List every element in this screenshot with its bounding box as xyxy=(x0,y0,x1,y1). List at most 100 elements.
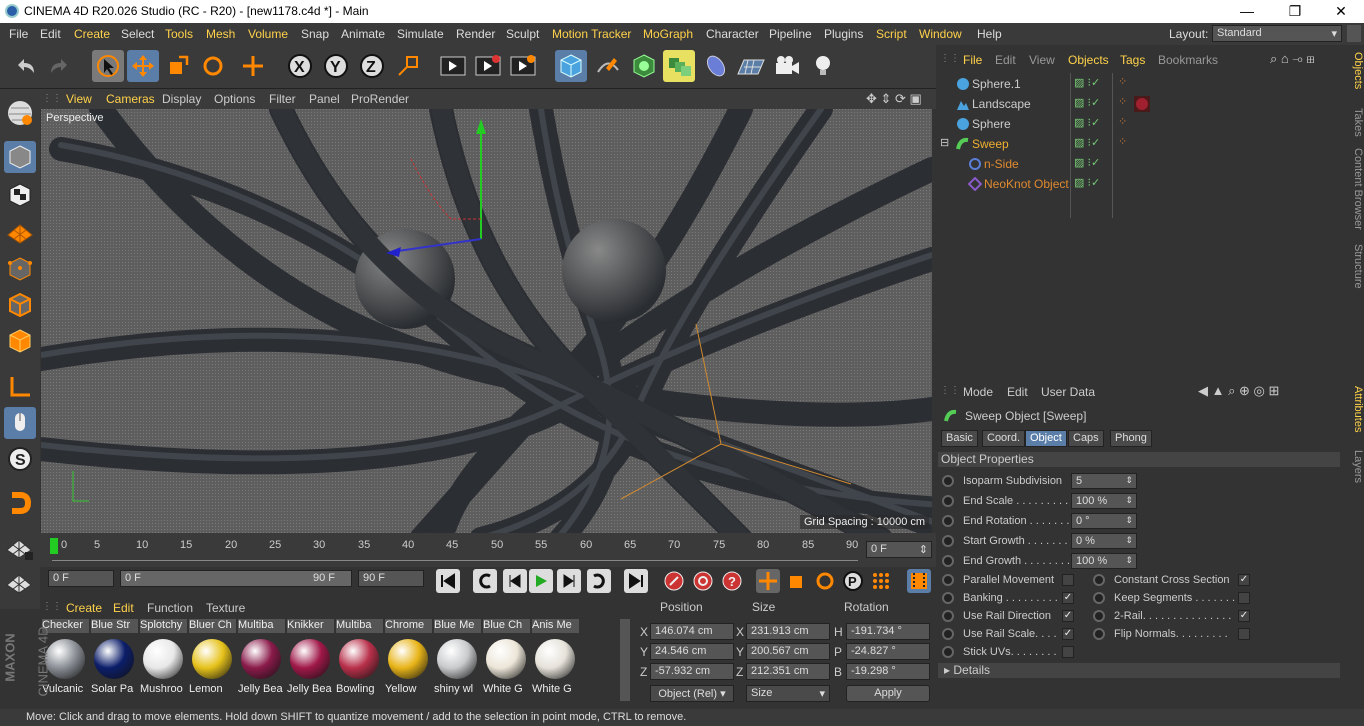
material-tag-icon[interactable] xyxy=(1134,96,1150,112)
autokeying-icon[interactable] xyxy=(691,569,715,593)
end-frame-field[interactable]: 90 F xyxy=(358,570,424,587)
keyframe-toggle[interactable] xyxy=(942,555,954,567)
render-picture-viewer-icon[interactable] xyxy=(472,50,504,82)
attr-nav-icons[interactable]: ◀ ▲ ⌕ ⊕ ◎ ⊞ xyxy=(1198,383,1279,399)
rot-p-field[interactable]: -24.827 ° xyxy=(846,643,930,660)
side-tab-content-browser[interactable]: Content Browser xyxy=(1344,148,1364,238)
parallel-movement-checkbox[interactable] xyxy=(1062,574,1074,586)
axis-mode-icon[interactable] xyxy=(4,371,36,403)
menu-sculpt[interactable]: Sculpt xyxy=(506,27,539,41)
keyframe-toggle[interactable] xyxy=(1093,610,1105,622)
model-mode-icon[interactable] xyxy=(4,141,36,173)
mat-menu-texture[interactable]: Texture xyxy=(206,601,245,615)
stick-uvs-checkbox[interactable] xyxy=(1062,646,1074,658)
tab-phong[interactable]: Phong xyxy=(1110,430,1152,447)
viewport-menu-panel[interactable]: Panel xyxy=(309,92,340,106)
tag-icon[interactable]: ⁘ xyxy=(1118,135,1127,148)
side-tab-takes[interactable]: Takes xyxy=(1344,108,1364,144)
polygons-mode-icon[interactable] xyxy=(4,325,36,357)
playhead[interactable] xyxy=(50,538,58,554)
edges-mode-icon[interactable] xyxy=(4,289,36,321)
mat-menu-function[interactable]: Function xyxy=(147,601,193,615)
play-icon[interactable] xyxy=(529,569,553,593)
attr-menu-edit[interactable]: Edit xyxy=(1007,385,1028,399)
deformer-icon[interactable] xyxy=(700,50,732,82)
material-swatch[interactable]: Chrome Yellow xyxy=(385,617,432,699)
viewport-menu-filter[interactable]: Filter xyxy=(269,92,296,106)
make-editable-icon[interactable] xyxy=(4,97,36,129)
end-growth-field[interactable]: 100 % ⇕ xyxy=(1071,553,1137,569)
visibility-controls[interactable]: ▨ ⁝✓ xyxy=(1074,136,1100,149)
size-z-field[interactable]: 212.351 cm xyxy=(746,663,830,680)
end-rotation-field[interactable]: 0 ° ⇕ xyxy=(1071,513,1137,529)
end-scale-field[interactable]: 100 % ⇕ xyxy=(1071,493,1137,509)
key-position-icon[interactable] xyxy=(756,569,780,593)
menu-create[interactable]: Create xyxy=(74,27,110,41)
keyframe-toggle[interactable] xyxy=(942,515,954,527)
tab-coord[interactable]: Coord. xyxy=(982,430,1026,447)
viewport-3d[interactable] xyxy=(41,109,932,533)
material-swatch[interactable]: Blue Ch White G xyxy=(483,617,530,699)
obj-menu-edit[interactable]: Edit xyxy=(995,53,1016,67)
two-rail-checkbox[interactable]: ✓ xyxy=(1238,610,1250,622)
keep-segments-checkbox[interactable] xyxy=(1238,592,1250,604)
solo-mode-icon[interactable]: S xyxy=(4,443,36,475)
timeline[interactable]: 0 5 10 15 20 25 30 35 40 45 50 55 60 65 … xyxy=(40,533,936,567)
menu-tools[interactable]: Tools xyxy=(165,27,193,41)
menu-render[interactable]: Render xyxy=(456,27,495,41)
banking-checkbox[interactable]: ✓ xyxy=(1062,592,1074,604)
pos-y-field[interactable]: 24.546 cm xyxy=(650,643,734,660)
keyframe-toggle[interactable] xyxy=(942,535,954,547)
menu-select[interactable]: Select xyxy=(121,27,154,41)
key-scale-icon[interactable] xyxy=(785,569,809,593)
floor-icon[interactable] xyxy=(735,50,767,82)
viewport-menu-prorender[interactable]: ProRender xyxy=(351,92,409,106)
menu-file[interactable]: File xyxy=(9,27,28,41)
keyframe-toggle[interactable] xyxy=(1093,592,1105,604)
tab-basic[interactable]: Basic xyxy=(941,430,978,447)
attr-menu-mode[interactable]: Mode xyxy=(963,385,993,399)
start-frame-field[interactable]: 0 F xyxy=(48,570,114,587)
menu-simulate[interactable]: Simulate xyxy=(397,27,444,41)
obj-menu-tags[interactable]: Tags xyxy=(1120,53,1145,67)
menu-plugins[interactable]: Plugins xyxy=(824,27,863,41)
obj-toolbar-icons[interactable]: ⌕ ⌂ ⊸ ⊞ xyxy=(1270,51,1315,67)
keyframe-selection-icon[interactable]: ? xyxy=(720,569,744,593)
object-row-sphere1[interactable]: Sphere.1 ▨ ⁝✓ ⁘ xyxy=(938,74,1342,94)
object-row-landscape[interactable]: Landscape ▨ ⁝✓ ⁘ xyxy=(938,94,1342,114)
pos-z-field[interactable]: -57.932 cm xyxy=(650,663,734,680)
constant-cross-section-checkbox[interactable]: ✓ xyxy=(1238,574,1250,586)
menu-help[interactable]: Help xyxy=(977,27,1002,41)
mat-menu-edit[interactable]: Edit xyxy=(113,601,134,615)
menu-script[interactable]: Script xyxy=(876,27,907,41)
z-axis-lock-icon[interactable]: Z xyxy=(356,50,388,82)
obj-menu-view[interactable]: View xyxy=(1029,53,1055,67)
keyframe-toggle[interactable] xyxy=(942,646,954,658)
light-icon[interactable] xyxy=(807,50,839,82)
visibility-controls[interactable]: ▨ ⁝✓ xyxy=(1074,176,1100,189)
object-row-nside[interactable]: n-Side ▨ ⁝✓ xyxy=(938,154,1342,174)
planar-workplane-icon[interactable] xyxy=(4,567,36,599)
object-row-neoknot[interactable]: NeoKnot Object ▨ ⁝✓ xyxy=(938,174,1342,194)
coordinate-mode-select[interactable]: Object (Rel) ▾ xyxy=(650,685,734,702)
visibility-controls[interactable]: ▨ ⁝✓ xyxy=(1074,116,1100,129)
menu-volume[interactable]: Volume xyxy=(248,27,288,41)
attr-menu-user-data[interactable]: User Data xyxy=(1041,385,1095,399)
viewport-menu-view[interactable]: View xyxy=(66,92,92,106)
object-row-sphere[interactable]: Sphere ▨ ⁝✓ ⁘ xyxy=(938,114,1342,134)
snap-icon[interactable] xyxy=(4,487,36,519)
object-row-sweep[interactable]: ⊟ Sweep ▨ ⁝✓ ⁘ xyxy=(938,134,1342,154)
material-swatch[interactable]: Anis Me White G xyxy=(532,617,579,699)
keyframe-toggle[interactable] xyxy=(1093,574,1105,586)
keyframe-toggle[interactable] xyxy=(942,475,954,487)
workplane-icon[interactable] xyxy=(4,215,36,247)
coordinate-system-icon[interactable] xyxy=(392,50,424,82)
details-section[interactable]: ▸ Details xyxy=(938,663,1340,678)
tab-caps[interactable]: Caps xyxy=(1068,430,1104,447)
tab-object[interactable]: Object xyxy=(1025,430,1067,447)
key-pla-icon[interactable] xyxy=(869,569,893,593)
keyframe-toggle[interactable] xyxy=(942,574,954,586)
key-rotation-icon[interactable] xyxy=(813,569,837,593)
current-frame-field[interactable]: 0 F ⇕ xyxy=(866,541,932,558)
collapse-icon[interactable]: ⊟ xyxy=(940,136,949,149)
